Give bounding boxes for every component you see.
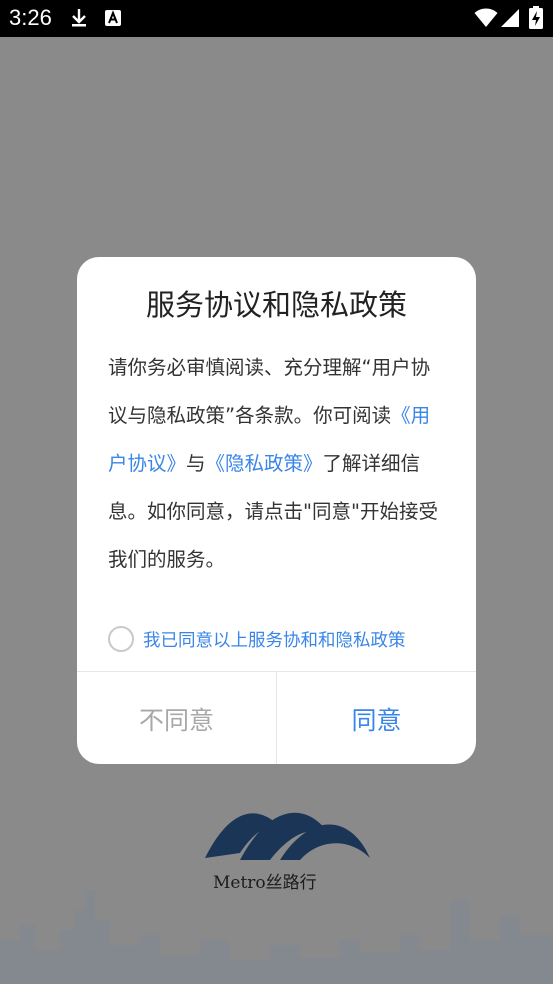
privacy-dialog: 服务协议和隐私政策 请你务必审慎阅读、充分理解“用户协议与隐私政策”各条款。你可… [77,257,476,764]
city-skyline-image [0,890,553,984]
dialog-body: 请你务必审慎阅读、充分理解“用户协议与隐私政策”各条款。你可阅读《用户协议》与《… [108,344,445,584]
consent-label[interactable]: 我已同意以上服务协和和隐私政策 [143,627,406,652]
app-screen: Metro丝路行 3:26 服务协议和隐私政策 请你务必审慎阅读、充分理解“用户… [0,0,553,984]
status-bar: 3:26 [0,0,553,37]
consent-radio[interactable] [108,626,134,652]
wifi-icon [474,8,498,27]
agree-button[interactable]: 同意 [277,672,476,764]
body-text: 请你务必审慎阅读、充分理解“用户协议与隐私政策”各条款。你可阅读 [108,356,431,427]
dialog-button-row: 不同意 同意 [77,671,476,764]
consent-row[interactable]: 我已同意以上服务协和和隐私政策 [108,623,406,655]
dialog-title: 服务协议和隐私政策 [145,288,407,322]
cellular-signal-icon [501,9,519,27]
disagree-button[interactable]: 不同意 [77,672,277,764]
battery-charging-icon [529,6,543,29]
download-icon [72,9,86,27]
body-text: 与 [186,452,206,475]
a-notification-icon [105,10,121,26]
privacy-policy-link[interactable]: 《隐私政策》 [206,452,323,475]
status-time: 3:26 [9,5,52,30]
